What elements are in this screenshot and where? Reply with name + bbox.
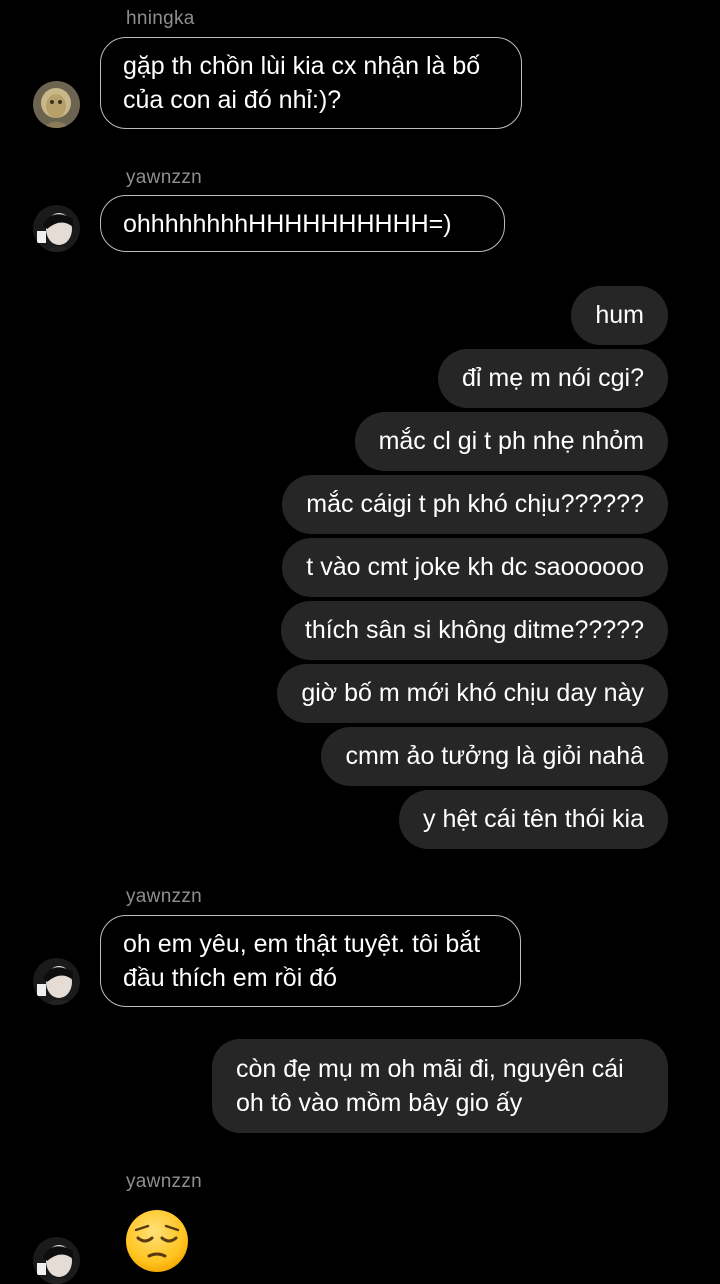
message-bubble-incoming[interactable]: oh em yêu, em thật tuyệt. tôi bắt đầu th…: [100, 915, 521, 1007]
avatar[interactable]: [33, 81, 80, 128]
avatar-yawnzzn-icon: [33, 1237, 80, 1284]
pensive-face-icon: [126, 1210, 188, 1272]
avatar-yawnzzn-icon: [33, 958, 80, 1005]
sender-name: yawnzzn: [126, 167, 203, 188]
avatar[interactable]: [33, 1237, 80, 1284]
message-bubble-outgoing[interactable]: còn đẹ mụ m oh mãi đi, nguyên cái oh tô …: [212, 1039, 668, 1133]
avatar[interactable]: [33, 958, 80, 1005]
message-bubble-outgoing[interactable]: y hệt cái tên thói kia: [399, 790, 668, 849]
message-bubble-outgoing[interactable]: cmm ảo tưởng là giỏi nahâ: [321, 727, 668, 786]
sender-name: hningka: [126, 8, 195, 29]
sender-name: yawnzzn: [126, 1171, 203, 1192]
avatar-hningka-icon: [33, 81, 80, 128]
message-bubble-incoming[interactable]: ohhhhhhhhHHHHHHHHHH=): [100, 195, 505, 252]
message-bubble-outgoing[interactable]: mắc cl gi t ph nhẹ nhỏm: [354, 412, 668, 471]
message-bubble-outgoing[interactable]: t vào cmt joke kh dc saoooooo: [282, 538, 668, 597]
message-bubble-incoming[interactable]: gặp th chồn lùi kia cx nhận là bố của co…: [100, 37, 522, 129]
message-bubble-outgoing[interactable]: mắc cáigi t ph khó chịu??????: [282, 475, 668, 534]
message-bubble-outgoing[interactable]: thích sân si không ditme?????: [280, 601, 668, 660]
message-bubble-outgoing[interactable]: giờ bố m mới khó chịu day này: [277, 664, 668, 723]
pensive-face-emoji-icon[interactable]: [124, 1208, 190, 1274]
sender-name: yawnzzn: [126, 886, 203, 907]
message-bubble-outgoing[interactable]: hum: [571, 286, 668, 345]
avatar[interactable]: [33, 205, 80, 252]
message-bubble-outgoing[interactable]: đỉ mẹ m nói cgi?: [437, 349, 668, 408]
avatar-yawnzzn-icon: [33, 205, 80, 252]
